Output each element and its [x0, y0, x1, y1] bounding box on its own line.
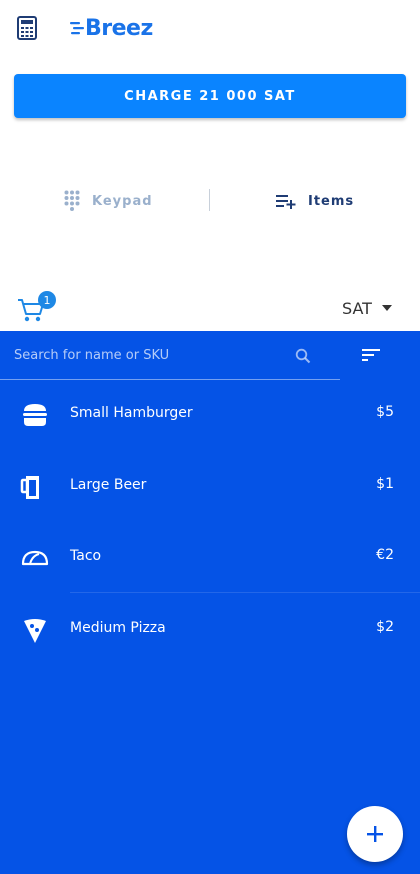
row-divider — [70, 592, 420, 593]
item-row-medium-pizza[interactable]: Medium Pizza $2 — [0, 594, 420, 664]
sort-icon[interactable] — [361, 347, 381, 363]
pizza-icon — [24, 619, 46, 643]
cart-count-badge: 1 — [38, 291, 56, 309]
currency-value: SAT — [342, 298, 372, 318]
item-row-large-beer[interactable]: Large Beer $1 — [0, 451, 420, 521]
tab-keypad-label: Keypad — [92, 193, 153, 209]
tab-keypad[interactable]: Keypad — [64, 188, 153, 214]
search-bar — [0, 331, 340, 380]
item-name: Large Beer — [70, 477, 147, 493]
logo-lines-icon — [70, 22, 84, 35]
item-price: €2 — [376, 547, 394, 563]
dropdown-caret-icon — [381, 305, 392, 311]
item-name: Medium Pizza — [70, 620, 166, 636]
search-icon[interactable] — [295, 348, 311, 364]
add-item-button[interactable] — [347, 806, 403, 862]
charge-button-label: CHARGE 21 000 SAT — [124, 88, 296, 104]
item-name: Small Hamburger — [70, 405, 193, 421]
beer-icon — [20, 476, 39, 499]
calculator-icon[interactable] — [16, 16, 38, 40]
item-price: $2 — [376, 619, 394, 635]
mode-divider — [209, 189, 210, 211]
charge-button[interactable]: CHARGE 21 000 SAT — [14, 74, 406, 118]
playlist-add-icon — [276, 195, 296, 209]
item-name: Taco — [70, 548, 102, 564]
taco-icon — [21, 550, 49, 566]
currency-select[interactable]: SAT — [342, 297, 392, 319]
item-row-small-hamburger[interactable]: Small Hamburger $5 — [0, 379, 420, 449]
search-input[interactable] — [14, 345, 274, 365]
logo-text: Breez — [85, 15, 153, 41]
keypad-icon — [64, 190, 80, 211]
tab-items[interactable]: Items — [276, 188, 354, 214]
tab-items-label: Items — [308, 193, 355, 209]
item-price: $5 — [376, 404, 394, 420]
item-row-taco[interactable]: Taco €2 — [0, 522, 420, 592]
hamburger-icon — [23, 404, 47, 426]
item-price: $1 — [376, 476, 394, 492]
breez-logo: Breez — [70, 14, 153, 42]
plus-icon — [367, 826, 383, 842]
